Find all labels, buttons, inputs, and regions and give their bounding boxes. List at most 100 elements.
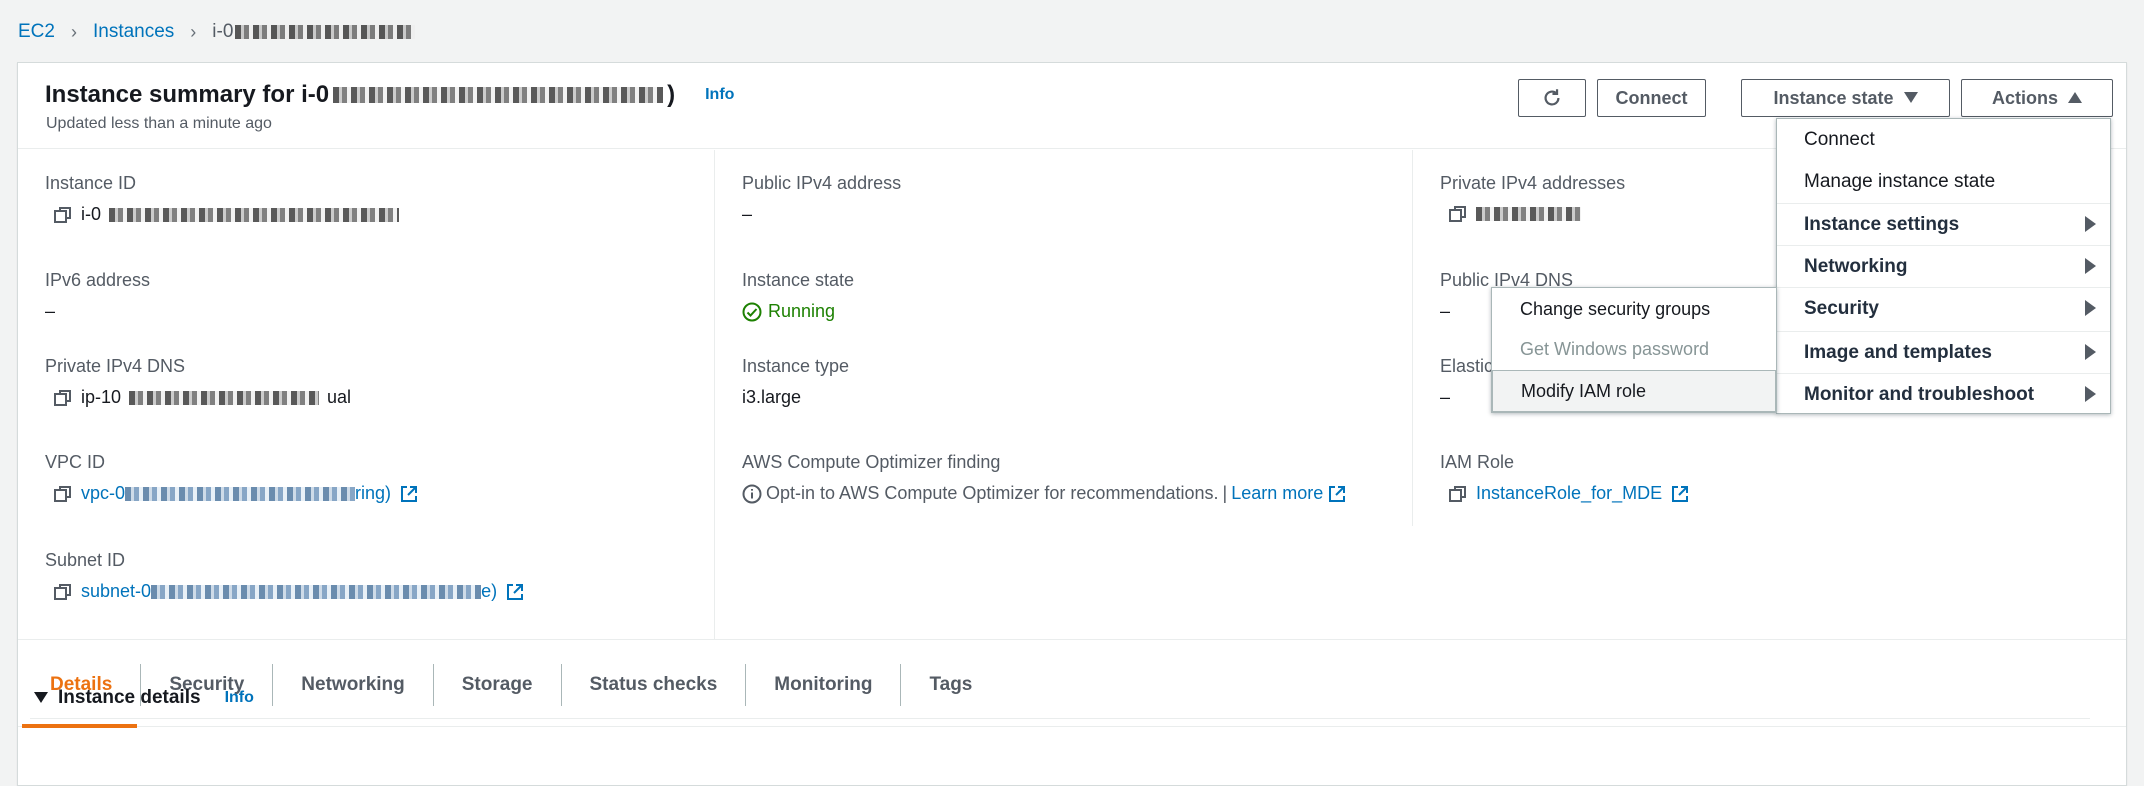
subnet-link[interactable]: subnet-0 e)	[81, 581, 497, 602]
details-info-link[interactable]: Info	[225, 689, 254, 707]
menu-item-instance-settings[interactable]: Instance settings	[1777, 203, 2110, 245]
divider	[30, 718, 2090, 719]
field-instance-state: Instance state Running	[742, 270, 854, 322]
instance-state-button[interactable]: Instance state	[1741, 79, 1950, 117]
chevron-right-icon	[2085, 386, 2096, 402]
field-value: –	[742, 204, 753, 224]
field-ipv6: IPv6 address –	[45, 270, 150, 322]
field-elastic: Elastic –	[1440, 356, 1493, 408]
caret-down-icon	[1903, 92, 1918, 103]
field-instance-type: Instance type i3.large	[742, 356, 849, 408]
copy-icon[interactable]	[1448, 484, 1468, 504]
info-circle-icon	[742, 484, 762, 503]
field-subnet-id: Subnet ID subnet-0 e)	[45, 550, 525, 602]
menu-item-security[interactable]: Security	[1777, 287, 2110, 329]
refresh-icon	[1544, 89, 1560, 106]
field-iam-role: IAM Role InstanceRole_for_MDE	[1440, 452, 1690, 504]
field-label: IAM Role	[1440, 452, 1515, 472]
field-label: Public IPv4 address	[742, 173, 902, 193]
breadcrumb-instances[interactable]: Instances	[93, 21, 174, 43]
summary-column-2: Public IPv4 address – Instance state Run…	[715, 150, 1413, 526]
field-private-ipv4: Private IPv4 addresses	[1440, 173, 1625, 224]
menu-item-monitor-troubleshoot[interactable]: Monitor and troubleshoot	[1777, 373, 2110, 415]
field-vpc-id: VPC ID vpc-0 ring)	[45, 452, 419, 504]
copy-icon[interactable]	[53, 484, 73, 504]
vpc-link[interactable]: vpc-0 ring)	[81, 483, 391, 504]
actions-label: Actions	[1991, 87, 2058, 108]
menu-item-change-security-groups[interactable]: Change security groups	[1492, 289, 1776, 329]
field-value: i3.large	[742, 387, 802, 407]
tab-tags[interactable]: Tags	[901, 664, 1000, 706]
field-label: IPv6 address	[45, 270, 151, 290]
chevron-right-icon	[2085, 300, 2096, 316]
copy-icon[interactable]	[53, 388, 73, 408]
caret-up-icon	[2068, 92, 2082, 103]
copy-icon[interactable]	[53, 582, 73, 602]
learn-more-link[interactable]: Learn more	[1231, 483, 1323, 504]
field-label: Instance state	[742, 270, 855, 290]
instance-state-label: Instance state	[1773, 87, 1894, 108]
tab-monitoring[interactable]: Monitoring	[746, 664, 902, 706]
field-value: –	[1440, 387, 1451, 407]
iam-role-link[interactable]: InstanceRole_for_MDE	[1476, 483, 1662, 504]
menu-item-get-windows-password: Get Windows password	[1520, 338, 1710, 359]
updated-subtitle: Updated less than a minute ago	[46, 115, 272, 132]
actions-button[interactable]: Actions	[1961, 79, 2113, 117]
copy-icon[interactable]	[53, 205, 73, 225]
chevron-right-icon	[2085, 216, 2096, 232]
page-title: Instance summary for i-0 ) Info	[45, 81, 735, 108]
field-label: Instance type	[742, 356, 850, 376]
field-value: –	[45, 301, 56, 321]
external-link-icon[interactable]	[399, 484, 419, 504]
field-value	[1440, 204, 1625, 224]
field-label: VPC ID	[45, 452, 106, 472]
menu-item-networking[interactable]: Networking	[1777, 245, 2110, 287]
external-link-icon[interactable]	[1327, 484, 1347, 504]
instance-details-header[interactable]: Instance details Info	[34, 687, 254, 709]
field-label: Elastic	[1440, 356, 1494, 376]
tab-status-checks[interactable]: Status checks	[562, 664, 747, 706]
field-value: Opt-in to AWS Compute Optimizer for reco…	[742, 483, 1347, 504]
actions-menu: Connect Manage instance state Instance s…	[1776, 118, 2111, 414]
menu-item-image-templates[interactable]: Image and templates	[1777, 331, 2110, 373]
field-value: vpc-0 ring)	[45, 483, 419, 504]
field-value: subnet-0 e)	[45, 581, 525, 602]
field-private-dns: Private IPv4 DNS ip-10 ual	[45, 356, 351, 408]
external-link-icon[interactable]	[505, 582, 525, 602]
tab-storage[interactable]: Storage	[434, 664, 562, 706]
refresh-button[interactable]	[1518, 79, 1586, 117]
chevron-right-icon: ›	[70, 21, 77, 42]
field-label: Private IPv4 addresses	[1440, 173, 1626, 193]
connect-button[interactable]: Connect	[1597, 79, 1706, 117]
field-value: ip-10 ual	[45, 387, 351, 408]
security-submenu: Change security groups Get Windows passw…	[1491, 287, 1777, 413]
summary-column-1: Instance ID i-0 IPv6 address – Private I…	[18, 150, 715, 640]
breadcrumb-current: i-0	[212, 21, 416, 43]
check-circle-icon	[742, 302, 762, 321]
field-optimizer: AWS Compute Optimizer finding Opt-in to …	[742, 452, 1347, 504]
field-label: Private IPv4 DNS	[45, 356, 186, 376]
external-link-icon[interactable]	[1670, 484, 1690, 504]
field-label: AWS Compute Optimizer finding	[742, 452, 1001, 472]
chevron-right-icon	[2085, 344, 2096, 360]
active-tab-indicator	[22, 724, 137, 728]
menu-item-manage-state[interactable]: Manage instance state	[1777, 161, 2110, 203]
copy-icon[interactable]	[1448, 204, 1468, 224]
field-instance-id: Instance ID i-0	[45, 173, 400, 225]
caret-down-icon	[34, 692, 48, 703]
section-title: Instance details	[58, 687, 201, 708]
chevron-right-icon: ›	[190, 21, 197, 42]
menu-item-connect[interactable]: Connect	[1777, 119, 2110, 161]
breadcrumb: EC2 › Instances › i-0	[18, 18, 416, 46]
tab-networking[interactable]: Networking	[273, 664, 434, 706]
field-label: Instance ID	[45, 173, 137, 193]
status-badge: Running	[742, 301, 854, 322]
chevron-right-icon	[2085, 258, 2096, 274]
title-info-link[interactable]: Info	[705, 86, 734, 104]
field-public-ipv4: Public IPv4 address –	[742, 173, 901, 225]
field-label: Subnet ID	[45, 550, 126, 570]
detail-tabs: Details Security Networking Storage Stat…	[18, 639, 2126, 728]
menu-item-modify-iam-role[interactable]: Modify IAM role	[1492, 370, 1776, 412]
field-value: i-0	[45, 204, 400, 225]
breadcrumb-ec2[interactable]: EC2	[18, 21, 55, 43]
